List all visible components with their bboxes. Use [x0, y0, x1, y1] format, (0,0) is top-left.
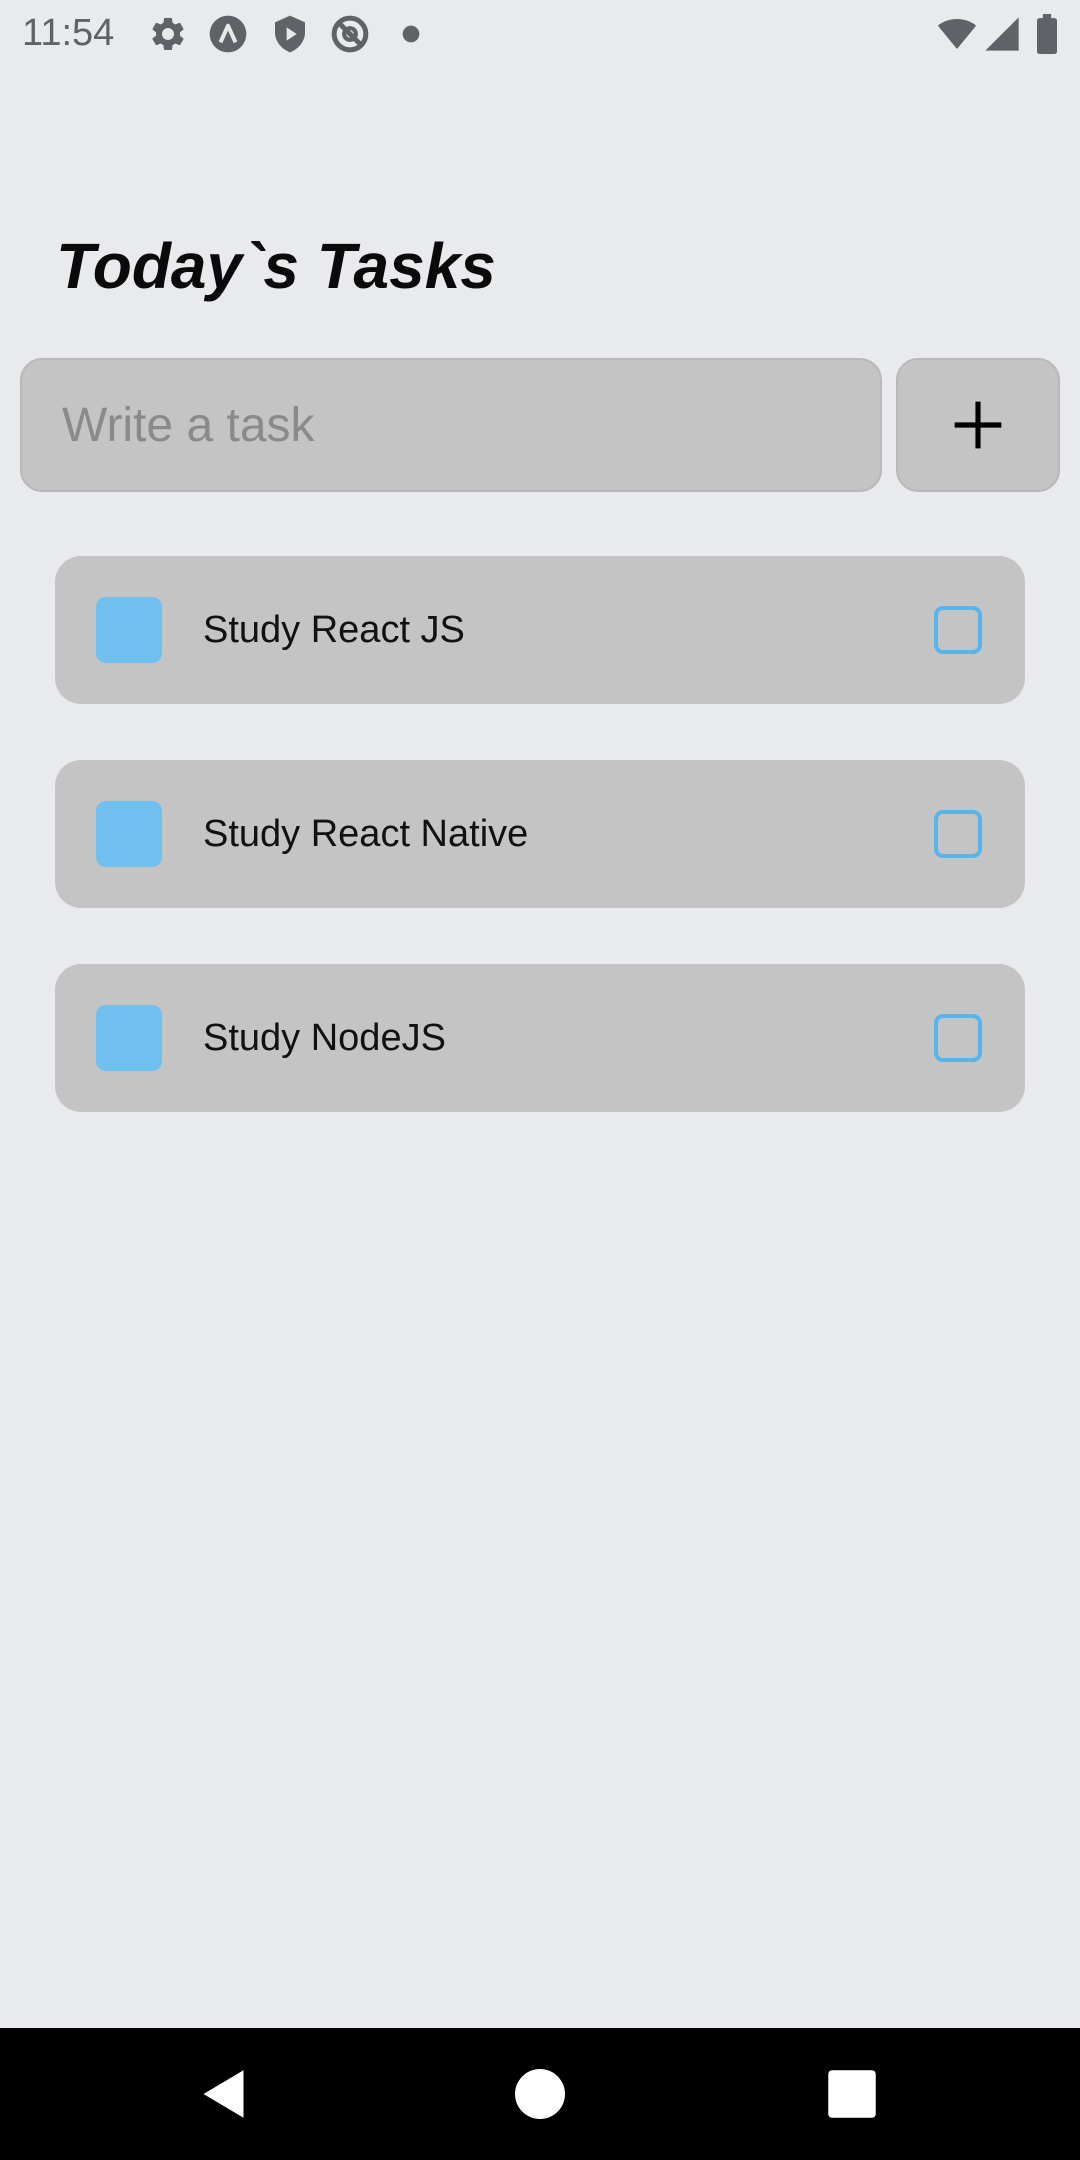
task-checkbox[interactable] [934, 810, 982, 858]
add-task-button[interactable] [896, 358, 1060, 492]
recents-icon[interactable] [822, 2064, 882, 2124]
task-label: Study React JS [203, 609, 465, 651]
task-checkbox[interactable] [934, 606, 982, 654]
shield-play-icon [270, 14, 310, 54]
no-disturb-icon [330, 14, 370, 54]
page-title: Today`s Tasks [56, 230, 496, 302]
back-icon[interactable] [196, 2064, 256, 2124]
navigation-bar [0, 2028, 1080, 2160]
task-color-square [96, 597, 162, 663]
task-label: Study React Native [203, 813, 529, 855]
status-time: 11:54 [22, 12, 115, 54]
task-item[interactable]: Study React JS [55, 556, 1025, 704]
task-label: Study NodeJS [203, 1017, 446, 1059]
status-bar: 11:54 [0, 0, 1080, 66]
task-item[interactable]: Study NodeJS [55, 964, 1025, 1112]
dot-icon [400, 14, 422, 54]
task-list: Study React JS Study React Native Study … [55, 556, 1025, 1168]
app-a-icon [208, 14, 248, 54]
settings-icon [148, 14, 188, 54]
signal-icon [982, 14, 1022, 54]
task-checkbox[interactable] [934, 1014, 982, 1062]
battery-icon [1036, 14, 1058, 54]
task-input[interactable] [20, 358, 882, 492]
task-color-square [96, 1005, 162, 1071]
wifi-icon [934, 14, 980, 54]
task-item[interactable]: Study React Native [55, 760, 1025, 908]
home-icon[interactable] [510, 2064, 570, 2124]
plus-icon [950, 397, 1006, 453]
task-color-square [96, 801, 162, 867]
